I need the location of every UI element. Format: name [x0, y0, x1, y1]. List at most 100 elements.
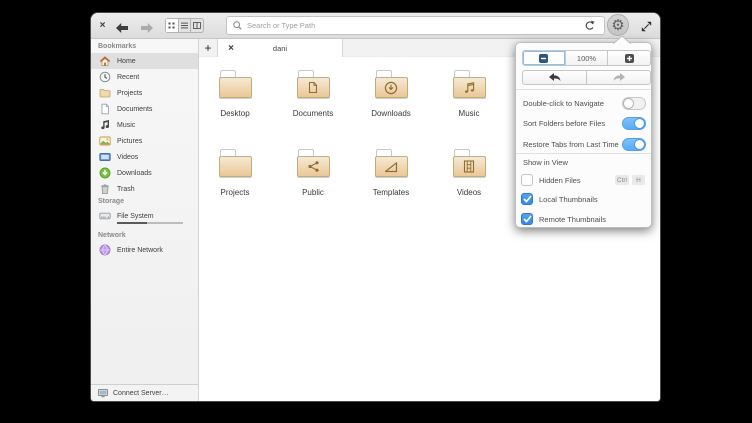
folder-grid: Desktop Documents Downloads Music Projects Pu…: [199, 57, 529, 197]
history-back-button[interactable]: [523, 71, 586, 84]
column-view-icon: [193, 22, 202, 29]
folder-documents[interactable]: Documents: [278, 70, 348, 118]
sidebar-item-recent[interactable]: Recent: [91, 69, 198, 85]
folder-downloads[interactable]: Downloads: [356, 70, 426, 118]
setting-row-sort-folders-before-files: Sort Folders before Files: [523, 114, 646, 134]
sidebar-item-trash[interactable]: Trash: [91, 181, 198, 197]
folder-label: Downloads: [371, 109, 411, 118]
zoom-control: 100%: [522, 50, 651, 66]
tab-title: dani: [272, 43, 288, 53]
toggle-off[interactable]: [622, 96, 646, 110]
history-control: [522, 70, 651, 85]
sidebar-item-music[interactable]: Music: [91, 117, 198, 133]
videos-icon: [99, 151, 111, 163]
connect-server-label: Connect Server…: [113, 389, 169, 397]
folder-desktop[interactable]: Desktop: [200, 70, 270, 118]
check-row-local-thumbnails: Local Thumbnails: [521, 191, 645, 207]
sidebar-item-videos[interactable]: Videos: [91, 149, 198, 165]
forward-arrow-icon: [141, 23, 153, 33]
sidebar-item-pictures[interactable]: Pictures: [91, 133, 198, 149]
sidebar-item-projects[interactable]: Projects: [91, 85, 198, 101]
folder-icon: [452, 70, 486, 98]
folder-templates[interactable]: Templates: [356, 149, 426, 197]
window-close-button[interactable]: ×: [96, 19, 109, 32]
history-forward-button[interactable]: [586, 71, 650, 84]
resize-icon: [641, 21, 651, 31]
refresh-icon[interactable]: [584, 20, 595, 31]
connect-server-button[interactable]: Connect Server…: [91, 384, 198, 401]
forward-button[interactable]: [141, 20, 157, 33]
sidebar-item-label: Documents: [117, 105, 153, 113]
sidebar-item-label: Videos: [117, 153, 139, 161]
toggle-on[interactable]: [622, 137, 646, 151]
folder-videos[interactable]: Videos: [434, 149, 504, 197]
setting-row-restore-tabs-from-last-time: Restore Tabs from Last Time: [523, 134, 646, 154]
sidebar: Bookmarks Home Recent Projects Documents Musi…: [91, 39, 199, 401]
folder-label: Videos: [456, 188, 482, 197]
sidebar-item-label: Trash: [117, 185, 135, 193]
sidebar-item-home[interactable]: Home: [91, 53, 198, 69]
sidebar-item-label: Music: [117, 121, 136, 129]
zoom-in-button[interactable]: [607, 51, 650, 65]
view-list-button[interactable]: [177, 19, 191, 32]
history-forward-icon: [613, 73, 625, 81]
resize-button[interactable]: [637, 17, 655, 35]
zoom-out-button[interactable]: [523, 51, 565, 65]
sidebar-item-label: Recent: [117, 73, 140, 81]
zoom-level[interactable]: 100%: [564, 51, 608, 65]
search-icon: [233, 21, 242, 30]
folder-label: Music: [458, 109, 480, 118]
folder-icon: [296, 70, 330, 98]
music-icon: [99, 119, 111, 131]
downloads-icon: [99, 167, 111, 179]
disk-usage-bar: [117, 222, 183, 224]
setting-label: Double-click to Navigate: [523, 98, 604, 108]
folder-projects[interactable]: Projects: [200, 149, 270, 197]
sidebar-item-file-system[interactable]: File System: [91, 208, 198, 224]
settings-menu-button[interactable]: ⚙: [607, 14, 629, 36]
grid-view-icon: [168, 22, 175, 29]
sidebar-item-label: Projects: [117, 89, 143, 97]
back-arrow-icon: [116, 23, 128, 33]
toolbar: × Search or Type Path ⚙: [91, 13, 660, 39]
sidebar-item-documents[interactable]: Documents: [91, 101, 198, 117]
recent-icon: [99, 71, 111, 83]
view-column-button[interactable]: [190, 19, 203, 32]
setting-label: Sort Folders before Files: [523, 119, 606, 128]
popover-separator-1: [516, 89, 651, 90]
check-label: Local Thumbnails: [539, 194, 598, 204]
history-back-icon: [548, 73, 560, 81]
checkbox-checked[interactable]: [521, 213, 533, 225]
network-icon: [99, 244, 111, 256]
sidebar-item-entire-network[interactable]: Entire Network: [91, 242, 198, 258]
sidebar-item-label: Downloads: [117, 169, 152, 177]
back-button[interactable]: [116, 20, 132, 33]
server-icon: [97, 387, 109, 399]
folder-music[interactable]: Music: [434, 70, 504, 118]
toggle-on[interactable]: [622, 117, 646, 130]
kbd-h: H: [632, 175, 645, 185]
sidebar-item-downloads[interactable]: Downloads: [91, 165, 198, 181]
sidebar-header-bookmarks: Bookmarks: [98, 42, 137, 50]
folder-icon: [99, 87, 111, 99]
folder-label: Desktop: [220, 109, 250, 118]
folder-icon: [296, 149, 330, 177]
search-input[interactable]: Search or Type Path: [226, 16, 605, 35]
folder-public[interactable]: Public: [278, 149, 348, 197]
view-grid-button[interactable]: [166, 19, 178, 32]
new-tab-button[interactable]: +: [199, 39, 217, 57]
setting-row-double-click-to-navigate: Double-click to Navigate: [523, 93, 646, 113]
settings-popover: 100% Show in View Double-click to Naviga…: [515, 36, 652, 228]
tab-dani[interactable]: × dani: [217, 39, 343, 57]
trash-icon: [99, 183, 111, 195]
zoom-in-icon: [624, 53, 634, 63]
list-view-icon: [181, 22, 188, 29]
checkbox-checked[interactable]: [521, 193, 533, 205]
sidebar-item-label: File System: [117, 212, 154, 220]
check-row-remote-thumbnails: Remote Thumbnails: [521, 211, 645, 227]
folder-label: Templates: [372, 188, 410, 197]
checkbox-unchecked[interactable]: [521, 174, 533, 186]
document-icon: [99, 103, 111, 115]
folder-icon: [218, 149, 252, 177]
kbd-ctrl: Ctrl: [614, 175, 629, 185]
